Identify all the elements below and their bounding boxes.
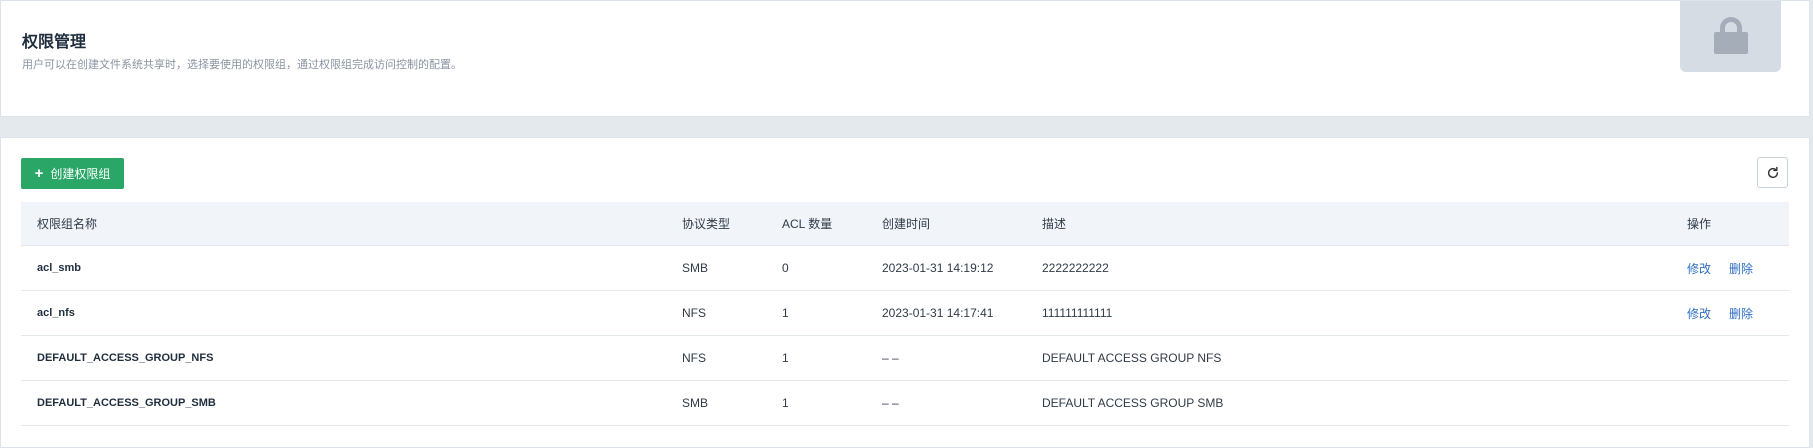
row-acl-count: 1	[782, 351, 789, 365]
row-acl-count: 1	[782, 306, 789, 320]
refresh-button[interactable]	[1757, 157, 1788, 188]
row-protocol: SMB	[682, 261, 709, 275]
table-header: 权限组名称 协议类型 ACL 数量 创建时间 描述 操作	[21, 202, 1789, 246]
row-description: DEFAULT ACCESS GROUP SMB	[1042, 396, 1224, 410]
column-header-protocol[interactable]: 协议类型	[682, 202, 730, 245]
table-row: DEFAULT_ACCESS_GROUP_SMB SMB 1 – – DEFAU…	[21, 381, 1789, 426]
page-description: 用户可以在创建文件系统共享时，选择要使用的权限组，通过权限组完成访问控制的配置。	[22, 59, 462, 71]
row-name: DEFAULT_ACCESS_GROUP_SMB	[37, 397, 216, 409]
row-description: 111111111111	[1042, 306, 1113, 320]
row-actions: 修改 删除	[1687, 246, 1753, 290]
row-description: 2222222222	[1042, 261, 1109, 275]
row-name: DEFAULT_ACCESS_GROUP_NFS	[37, 352, 214, 364]
row-created: 2023-01-31 14:17:41	[882, 306, 994, 320]
row-protocol: NFS	[682, 351, 706, 365]
column-header-acl-count[interactable]: ACL 数量	[782, 202, 832, 245]
lock-icon	[1680, 1, 1781, 72]
create-button-label: 创建权限组	[50, 167, 111, 181]
delete-link[interactable]: 删除	[1729, 260, 1753, 277]
access-group-table: 权限组名称 协议类型 ACL 数量 创建时间 描述 操作 acl_smb SMB…	[21, 202, 1789, 426]
page-title: 权限管理	[22, 34, 87, 51]
plus-icon: +	[34, 165, 44, 182]
column-header-name[interactable]: 权限组名称	[37, 202, 97, 245]
row-name: acl_nfs	[37, 307, 75, 319]
row-name: acl_smb	[37, 262, 82, 274]
row-acl-count: 1	[782, 396, 789, 410]
table-row: acl_nfs NFS 1 2023-01-31 14:17:41 111111…	[21, 291, 1789, 336]
row-actions: 修改 删除	[1687, 291, 1753, 335]
row-created: – –	[882, 351, 899, 365]
edit-link[interactable]: 修改	[1687, 305, 1711, 322]
delete-link[interactable]: 删除	[1729, 305, 1753, 322]
lock-body	[1714, 32, 1748, 54]
create-access-group-button[interactable]: + 创建权限组	[21, 158, 124, 189]
row-created: – –	[882, 396, 899, 410]
column-header-actions: 操作	[1687, 217, 1712, 231]
row-protocol: NFS	[682, 306, 706, 320]
row-protocol: SMB	[682, 396, 709, 410]
access-group-panel: + 创建权限组 权限组名称 协议类型 ACL 数量 创建时间 描述 操作 acl…	[0, 137, 1810, 448]
column-header-description[interactable]: 描述	[1042, 202, 1066, 245]
refresh-icon	[1767, 166, 1778, 178]
column-header-created[interactable]: 创建时间	[882, 202, 930, 245]
page-header: 权限管理 用户可以在创建文件系统共享时，选择要使用的权限组，通过权限组完成访问控…	[0, 0, 1810, 117]
table-row: DEFAULT_ACCESS_GROUP_NFS NFS 1 – – DEFAU…	[21, 336, 1789, 381]
row-created: 2023-01-31 14:19:12	[882, 261, 994, 275]
row-description: DEFAULT ACCESS GROUP NFS	[1042, 351, 1222, 365]
row-acl-count: 0	[782, 261, 789, 275]
edit-link[interactable]: 修改	[1687, 260, 1711, 277]
table-row: acl_smb SMB 0 2023-01-31 14:19:12 222222…	[21, 246, 1789, 291]
